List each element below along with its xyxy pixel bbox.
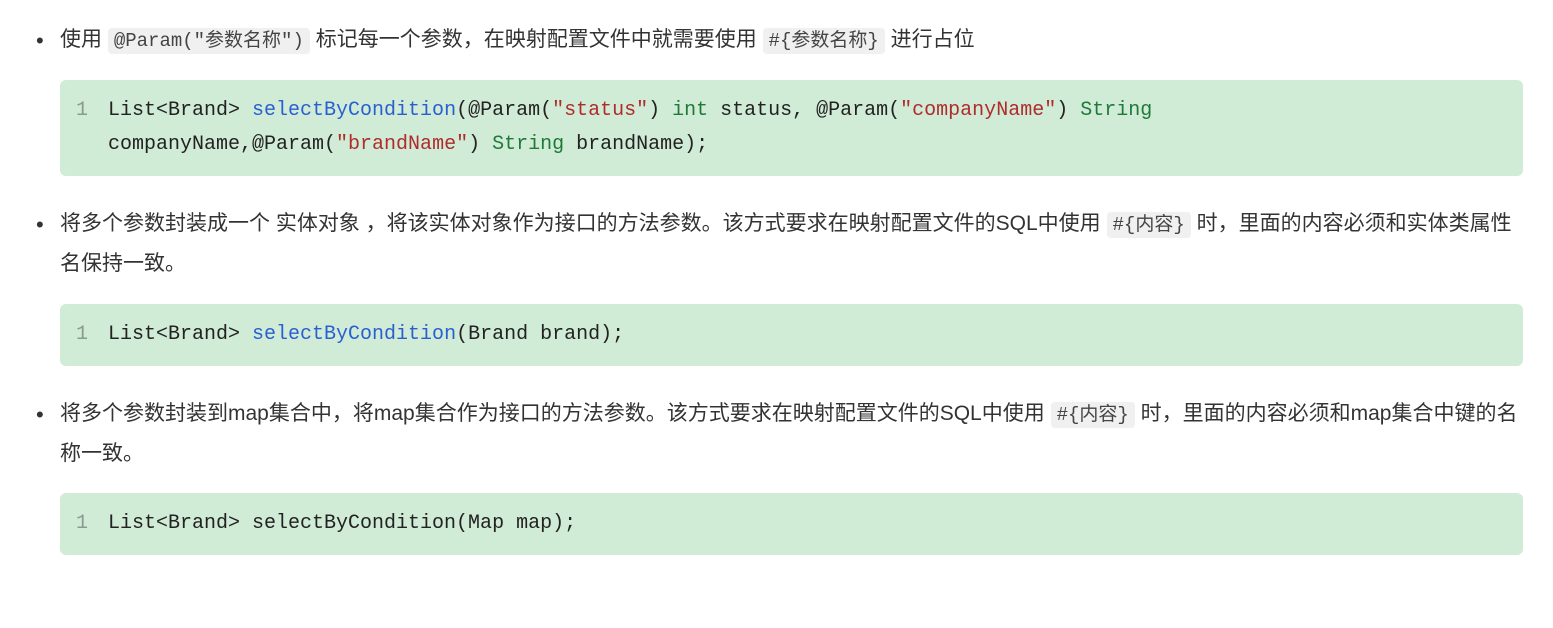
- list-item: 将多个参数封装到map集合中，将map集合作为接口的方法参数。该方式要求在映射配…: [60, 394, 1523, 556]
- bullet-list: 使用 @Param("参数名称") 标记每一个参数，在映射配置文件中就需要使用 …: [30, 20, 1523, 555]
- item-paragraph-1: 使用 @Param("参数名称") 标记每一个参数，在映射配置文件中就需要使用 …: [60, 20, 1523, 60]
- inline-code: #{内容}: [1051, 402, 1135, 428]
- line-number: 1: [60, 94, 108, 128]
- line-number: 1: [60, 318, 108, 352]
- code-content-2: List<Brand> selectByCondition(Brand bran…: [108, 318, 1505, 352]
- item-paragraph-2: 将多个参数封装成一个 实体对象 ，将该实体对象作为接口的方法参数。该方式要求在映…: [60, 204, 1523, 284]
- inline-code: #{参数名称}: [763, 28, 885, 54]
- code-block-1: 1 List<Brand> selectByCondition(@Param("…: [60, 80, 1523, 176]
- list-item: 使用 @Param("参数名称") 标记每一个参数，在映射配置文件中就需要使用 …: [60, 20, 1523, 176]
- line-number: 1: [60, 507, 108, 541]
- code-block-2: 1 List<Brand> selectByCondition(Brand br…: [60, 304, 1523, 366]
- inline-code: #{内容}: [1107, 212, 1191, 238]
- item-paragraph-3: 将多个参数封装到map集合中，将map集合作为接口的方法参数。该方式要求在映射配…: [60, 394, 1523, 474]
- list-item: 将多个参数封装成一个 实体对象 ，将该实体对象作为接口的方法参数。该方式要求在映…: [60, 204, 1523, 366]
- code-content-3: List<Brand> selectByCondition(Map map);: [108, 507, 1505, 541]
- inline-code: @Param("参数名称"): [108, 28, 310, 54]
- code-block-3: 1 List<Brand> selectByCondition(Map map)…: [60, 493, 1523, 555]
- code-content-1: List<Brand> selectByCondition(@Param("st…: [108, 94, 1505, 162]
